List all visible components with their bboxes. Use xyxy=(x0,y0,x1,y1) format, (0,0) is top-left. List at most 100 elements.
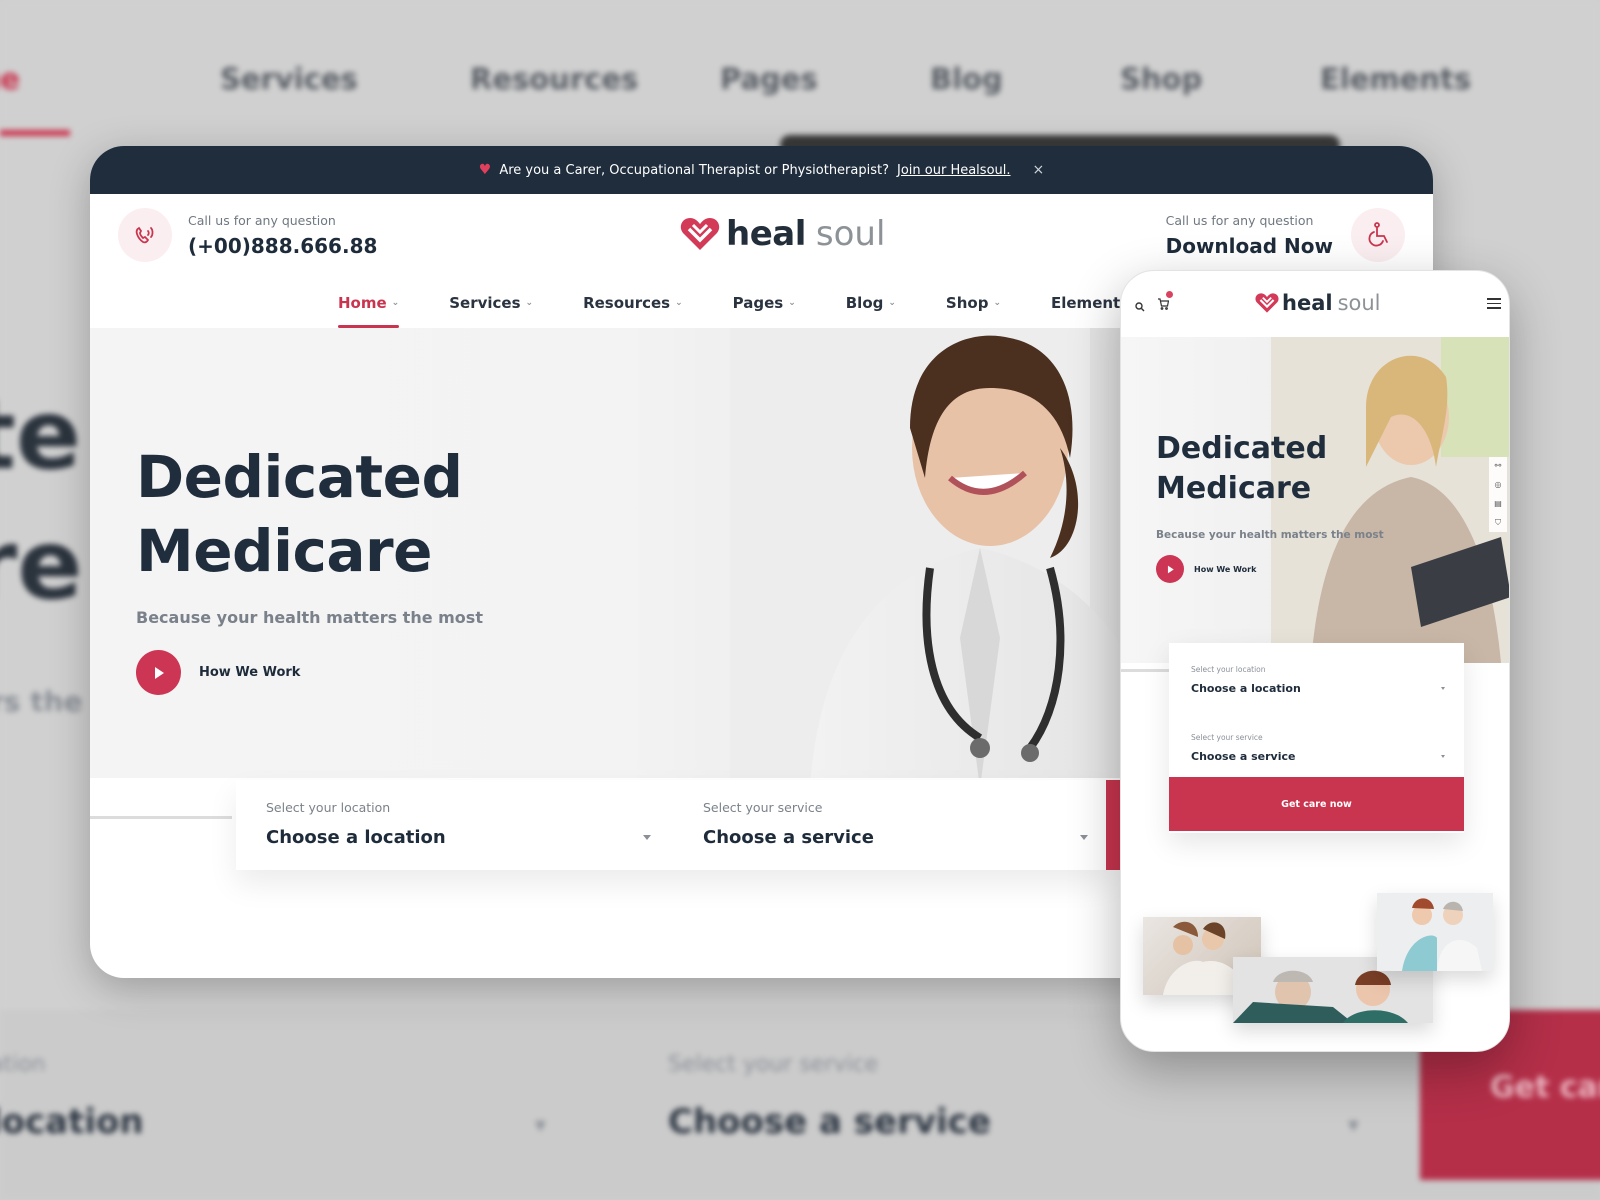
background-nav-item: Services xyxy=(220,62,358,96)
play-icon xyxy=(136,650,181,695)
support-icon[interactable]: ◎ xyxy=(1495,480,1502,489)
download-now-link[interactable]: Download Now xyxy=(1166,234,1333,258)
caret-down-icon xyxy=(1441,687,1445,690)
chevron-down-icon: ⌄ xyxy=(993,298,1001,308)
nurse-patient-photo xyxy=(1377,893,1493,971)
nav-item-pages[interactable]: Pages ⌄ xyxy=(733,294,796,328)
chevron-down-icon: ⌄ xyxy=(391,298,400,308)
booking-form: Select your location Choose a location S… xyxy=(236,780,1110,870)
hero-title-line: Medicare xyxy=(1156,471,1312,506)
caret-down-icon xyxy=(1080,835,1088,840)
nav-label: Home xyxy=(338,294,387,312)
nav-label: Services xyxy=(449,294,521,312)
background-service-label: Select your service xyxy=(668,1052,879,1077)
location-label: Select your location xyxy=(1191,665,1266,674)
nav-item-services[interactable]: Services ⌄ xyxy=(449,294,533,328)
location-select[interactable]: Select your location Choose a location xyxy=(236,780,673,870)
mobile-service-select[interactable]: Select your service Choose a service xyxy=(1191,733,1445,763)
cart-badge xyxy=(1166,291,1173,298)
background-caret-icon: ▼ xyxy=(535,1118,546,1134)
hero-subtitle: Because your health matters the most xyxy=(136,608,483,627)
site-header: Call us for any question (+00)888.666.88… xyxy=(90,194,1433,328)
close-icon[interactable]: × xyxy=(1033,162,1045,178)
cart-icon[interactable] xyxy=(1157,291,1173,314)
divider xyxy=(90,816,232,819)
background-nav-item: Pages xyxy=(720,62,818,96)
how-we-work-label: How We Work xyxy=(199,665,301,680)
nav-label: Elements xyxy=(1051,294,1130,312)
nav-item-resources[interactable]: Resources ⌄ xyxy=(583,294,683,328)
nav-label: Resources xyxy=(583,294,671,312)
hero-title: Dedicated Medicare xyxy=(136,440,463,588)
mobile-location-select[interactable]: Select your location Choose a location xyxy=(1191,665,1445,695)
mobile-preview: heal soul Dedicated Medicare Because you… xyxy=(1120,270,1510,1052)
service-value: Choose a service xyxy=(703,827,874,848)
nav-label: Shop xyxy=(945,294,989,312)
chevron-down-icon: ⌄ xyxy=(675,298,683,308)
nav-label: Blog xyxy=(845,294,884,312)
side-toolbar: ⚯ ◎ ▤ ⛉ xyxy=(1489,457,1507,532)
location-label: Select your location xyxy=(266,800,391,815)
mobile-how-we-work-button[interactable]: How We Work xyxy=(1156,555,1256,583)
background-hero-line: re xyxy=(0,509,83,621)
wheelchair-icon xyxy=(1351,208,1405,262)
phone-number: (+00)888.666.88 xyxy=(188,233,378,258)
announcement-bar: ♥ Are you a Carer, Occupational Therapis… xyxy=(90,146,1433,194)
cart-icon[interactable]: ⛉ xyxy=(1495,518,1501,528)
caret-down-icon xyxy=(1441,755,1445,758)
share-icon[interactable]: ⚯ xyxy=(1495,461,1502,470)
background-nav-item: Shop xyxy=(1120,62,1203,96)
mobile-header: heal soul xyxy=(1121,271,1509,337)
download-contact[interactable]: Call us for any question Download Now xyxy=(1166,208,1405,262)
hero-title-line: Medicare xyxy=(136,517,432,585)
background-nav-item: me xyxy=(0,62,20,96)
phone-ringing-icon xyxy=(118,208,172,262)
service-value: Choose a service xyxy=(1191,750,1296,763)
service-label: Select your service xyxy=(1191,733,1263,742)
location-value: Choose a location xyxy=(1191,682,1301,695)
divider xyxy=(1121,669,1171,672)
nav-item-home[interactable]: Home ⌄ xyxy=(338,294,400,328)
service-label: Select your service xyxy=(703,800,823,815)
logo-word-heal: heal xyxy=(726,214,806,254)
logo[interactable]: heal soul xyxy=(680,214,885,254)
heart-icon: ♥ xyxy=(478,162,492,178)
how-we-work-button[interactable]: How We Work xyxy=(136,650,300,695)
heart-logo-icon xyxy=(1255,293,1279,313)
contact-label: Call us for any question xyxy=(1165,212,1314,228)
background-nav-underline xyxy=(0,130,70,136)
background-service-value: Choose a service xyxy=(668,1102,991,1142)
service-select[interactable]: Select your service Choose a service xyxy=(673,780,1110,870)
get-care-now-button[interactable]: Get care now xyxy=(1169,777,1464,831)
chevron-down-icon: ⌄ xyxy=(788,298,796,308)
document-icon[interactable]: ▤ xyxy=(1494,499,1502,508)
nav-item-shop[interactable]: Shop ⌄ xyxy=(946,294,1001,328)
background-hero-subtitle: rs the xyxy=(0,685,83,718)
location-value: Choose a location xyxy=(266,827,446,848)
background-location-label: ation xyxy=(0,1052,46,1077)
caret-down-icon xyxy=(643,835,651,840)
background-nav-item: Blog xyxy=(930,62,1003,96)
hero-title-line: Dedicated xyxy=(1156,431,1328,466)
chevron-down-icon: ⌄ xyxy=(525,298,534,308)
logo-word-heal: heal xyxy=(1282,291,1333,315)
hamburger-menu-icon[interactable] xyxy=(1487,298,1501,312)
announcement-text: Are you a Carer, Occupational Therapist … xyxy=(499,162,889,178)
mobile-booking-form: Select your location Choose a location S… xyxy=(1169,643,1464,833)
background-hero-line: te xyxy=(0,379,81,491)
logo-word-soul: soul xyxy=(815,214,886,254)
play-icon xyxy=(1156,555,1184,583)
nav-item-blog[interactable]: Blog ⌄ xyxy=(846,294,896,328)
chevron-down-icon: ⌄ xyxy=(888,298,896,308)
how-we-work-label: How We Work xyxy=(1194,564,1257,574)
main-nav: Home ⌄ Services ⌄ Resources ⌄ Pages ⌄ Blog ⌄ … xyxy=(338,294,1142,328)
background-nav-item: Elements xyxy=(1320,62,1472,96)
search-icon[interactable] xyxy=(1135,297,1145,316)
mobile-hero-title: Dedicated Medicare xyxy=(1156,429,1327,509)
mobile-hero-subtitle: Because your health matters the most xyxy=(1156,529,1384,541)
join-link[interactable]: Join our Healsoul. xyxy=(897,163,1011,178)
contact-phone[interactable]: Call us for any question (+00)888.666.88 xyxy=(118,208,377,262)
background-cta-label: Get car xyxy=(1490,1070,1600,1105)
nav-label: Pages xyxy=(732,294,784,312)
mobile-logo[interactable]: heal soul xyxy=(1255,291,1381,315)
